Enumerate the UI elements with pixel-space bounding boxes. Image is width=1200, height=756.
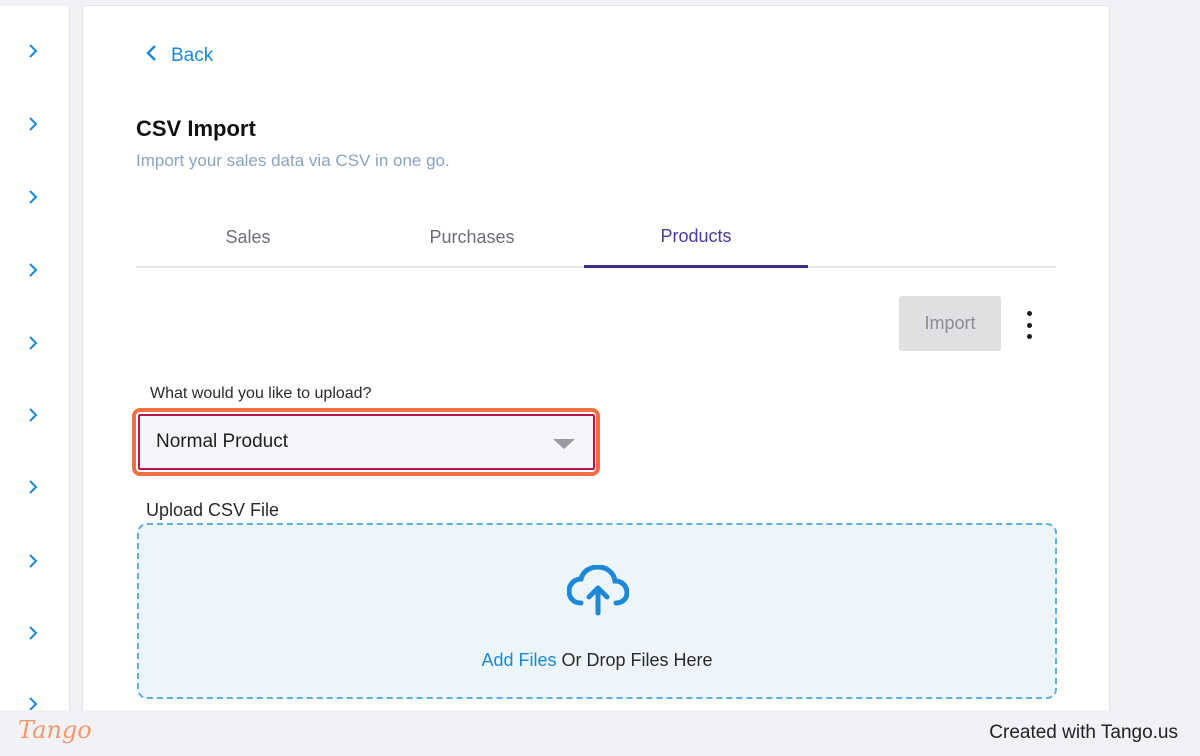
kebab-dot: [1026, 322, 1032, 328]
chevron-right-icon[interactable]: [25, 553, 41, 569]
caret-down-icon: [553, 439, 575, 449]
footer: Tango Created with Tango.us: [0, 710, 1200, 756]
page-subtitle: Import your sales data via CSV in one go…: [136, 151, 450, 170]
chevron-right-icon[interactable]: [25, 189, 41, 205]
kebab-dot: [1026, 311, 1032, 316]
tab-sales[interactable]: Sales: [136, 208, 360, 266]
upload-csv-label: Upload CSV File: [146, 500, 280, 520]
created-with-text: Created with Tango.us: [989, 722, 1178, 743]
chevron-right-icon[interactable]: [25, 43, 41, 59]
upload-type-select[interactable]: Normal Product: [138, 414, 595, 470]
page: Back CSV Import Import your sales data v…: [0, 0, 1200, 756]
tango-logo: Tango: [18, 716, 92, 744]
add-files-link[interactable]: Add Files: [481, 650, 556, 670]
back-label: Back: [171, 45, 214, 66]
tab-purchases[interactable]: Purchases: [360, 208, 584, 266]
sidebar: [0, 6, 70, 711]
chevron-left-icon: [145, 44, 157, 68]
cloud-upload-icon: [567, 565, 629, 616]
upload-type-value: Normal Product: [156, 431, 288, 452]
file-dropzone[interactable]: Add Files Or Drop Files Here: [137, 523, 1057, 699]
chevron-right-icon[interactable]: [25, 625, 41, 641]
back-link[interactable]: Back: [145, 44, 213, 68]
import-tabs: Sales Purchases Products: [136, 208, 1056, 268]
drop-files-text: Or Drop Files Here: [556, 650, 713, 670]
chevron-right-icon[interactable]: [25, 407, 41, 423]
dropzone-text: Add Files Or Drop Files Here: [139, 650, 1055, 671]
page-title: CSV Import: [136, 116, 256, 141]
chevron-right-icon[interactable]: [25, 116, 41, 132]
csv-import-card: Back CSV Import Import your sales data v…: [82, 5, 1110, 710]
chevron-right-icon[interactable]: [25, 335, 41, 351]
chevron-right-icon[interactable]: [25, 479, 41, 495]
import-button[interactable]: Import: [899, 296, 1001, 351]
chevron-right-icon[interactable]: [25, 262, 41, 278]
kebab-dot: [1026, 334, 1032, 339]
kebab-menu-icon[interactable]: [1021, 311, 1037, 339]
upload-type-label: What would you like to upload?: [150, 385, 372, 402]
tab-products[interactable]: Products: [584, 208, 808, 268]
